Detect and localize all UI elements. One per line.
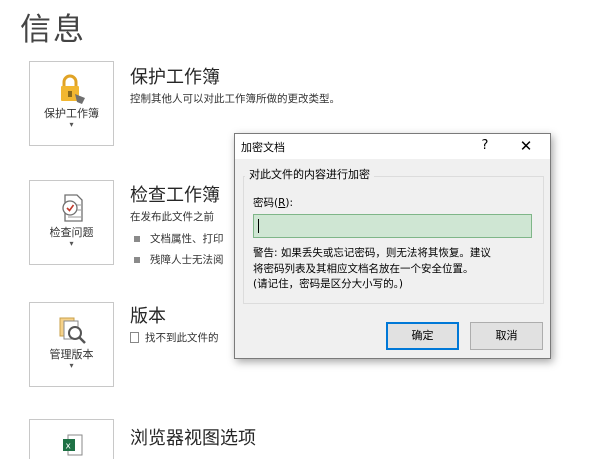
svg-text:x: x (66, 442, 72, 452)
bullet-text: 文档属性、打印 (150, 233, 224, 245)
password-label-suffix: ): (285, 197, 294, 209)
warning-line: 将密码列表及其相应文档名放在一个安全位置。 (253, 262, 474, 275)
bullet-icon (134, 257, 140, 263)
versions-description: 找不到此文件的 (130, 330, 219, 345)
protect-workbook-title: 保护工作簿 (130, 67, 220, 88)
warning-line: (请记住，密码是区分大小写的。) (253, 278, 403, 290)
password-label-prefix: 密码( (253, 197, 279, 209)
protect-workbook-description: 控制其他人可以对此工作簿所做的更改类型。 (130, 93, 340, 105)
password-warning: 警告: 如果丢失或忘记密码，则无法将其恢复。建议 将密码列表及其相应文档名放在一… (253, 246, 543, 293)
browser-view-options-button[interactable]: x (29, 419, 114, 459)
cancel-button[interactable]: 取消 (470, 322, 543, 350)
lock-icon (55, 72, 89, 106)
check-for-issues-button[interactable]: 检查问题 ▾ (29, 180, 114, 265)
ok-button[interactable]: 确定 (386, 322, 459, 350)
encrypt-group-label: 对此文件的内容进行加密 (245, 166, 374, 182)
browser-view-options-title: 浏览器视图选项 (130, 428, 256, 449)
document-check-icon (55, 191, 89, 225)
document-icon (130, 331, 139, 343)
chevron-down-icon: ▾ (69, 239, 74, 248)
chevron-down-icon: ▾ (69, 361, 74, 370)
versions-description-text: 找不到此文件的 (145, 332, 219, 344)
list-item: 残障人士无法阅 (134, 252, 224, 267)
password-field[interactable] (253, 214, 532, 238)
chevron-down-icon: ▾ (69, 120, 74, 129)
manage-versions-label: 管理版本 (49, 348, 94, 361)
excel-icon: x (55, 432, 89, 466)
inspect-workbook-title: 检查工作簿 (130, 185, 220, 206)
dialog-title: 加密文档 (241, 141, 285, 154)
text-cursor (258, 219, 259, 233)
bullet-icon (134, 236, 140, 242)
help-icon[interactable]: ? (475, 136, 495, 156)
bullet-text: 残障人士无法阅 (150, 254, 224, 266)
encrypt-document-dialog: 加密文档 ? ✕ 对此文件的内容进行加密 密码(R): 警告: 如果丢失或忘记密… (234, 133, 551, 359)
warning-line: 警告: 如果丢失或忘记密码，则无法将其恢复。建议 (253, 247, 491, 259)
dialog-title-bar: 加密文档 ? ✕ (235, 134, 550, 159)
check-for-issues-label: 检查问题 (49, 226, 94, 239)
protect-workbook-label: 保护工作簿 (44, 107, 99, 120)
manage-versions-button[interactable]: 管理版本 ▾ (29, 302, 114, 387)
document-search-icon (55, 313, 89, 347)
password-label: 密码(R): (253, 195, 293, 210)
close-icon[interactable]: ✕ (515, 136, 537, 156)
protect-workbook-button[interactable]: 保护工作簿 ▾ (29, 61, 114, 146)
inspect-workbook-description: 在发布此文件之前 (130, 211, 214, 223)
list-item: 文档属性、打印 (134, 231, 224, 246)
versions-title: 版本 (130, 306, 166, 327)
page-title: 信息 (20, 12, 86, 48)
